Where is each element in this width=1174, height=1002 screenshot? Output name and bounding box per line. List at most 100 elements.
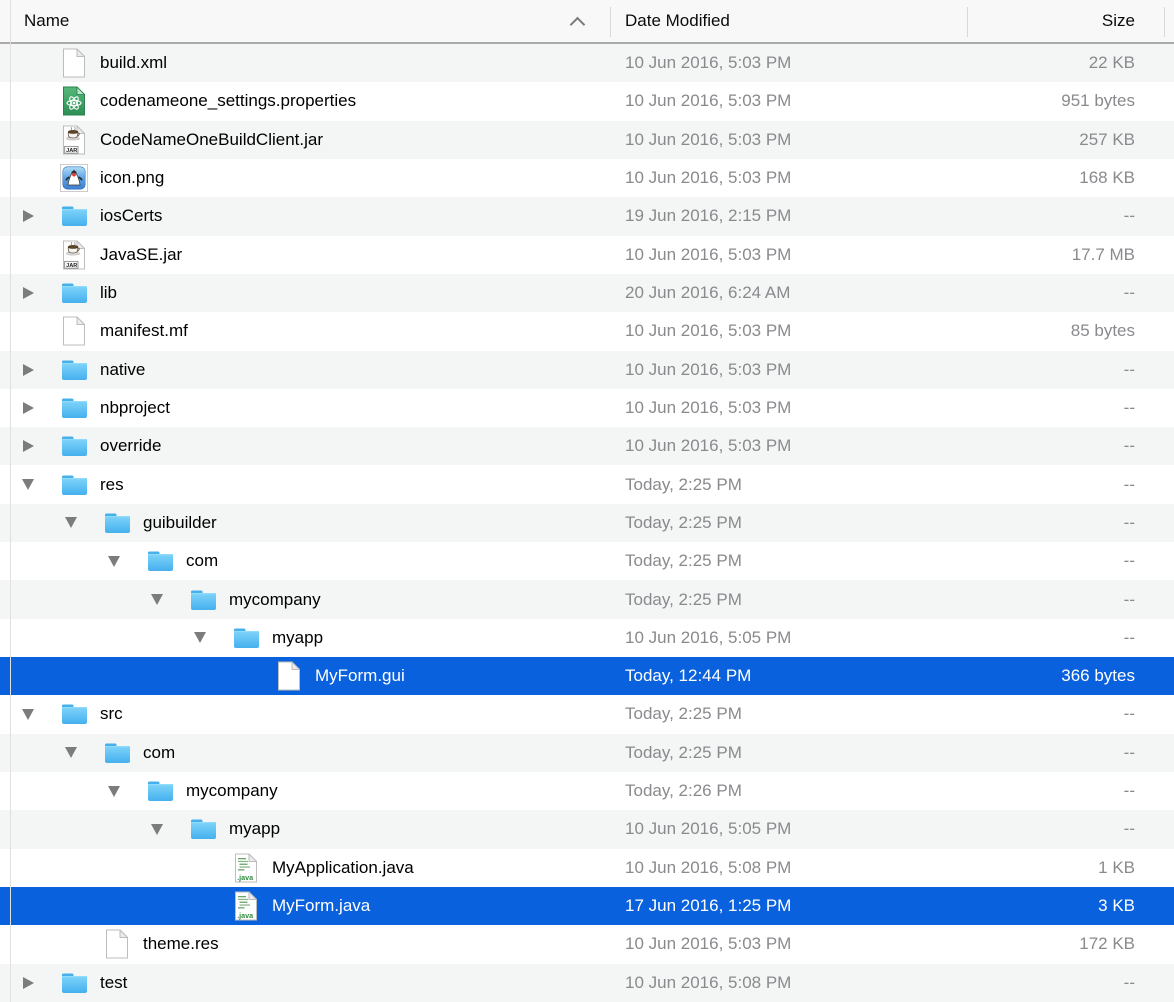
file-row[interactable]: mycompany Today, 2:25 PM -- — [0, 580, 1174, 618]
file-row[interactable]: test 10 Jun 2016, 5:08 PM -- — [0, 964, 1174, 1002]
date-modified: 10 Jun 2016, 5:03 PM — [625, 168, 791, 188]
folder-icon — [60, 967, 88, 999]
file-row[interactable]: myapp 10 Jun 2016, 5:05 PM -- — [0, 810, 1174, 848]
folder-icon — [60, 277, 88, 309]
file-size: 22 KB — [1089, 53, 1135, 73]
finder-list-view: Name Date Modified Size build.xml 10 Jun… — [0, 0, 1174, 1002]
disclosure-triangle-collapsed-icon[interactable] — [22, 210, 60, 222]
folder-icon — [60, 430, 88, 462]
file-size: 1 KB — [1098, 858, 1135, 878]
date-modified: 10 Jun 2016, 5:08 PM — [625, 858, 791, 878]
folder-icon — [103, 737, 131, 769]
disclosure-triangle-expanded-icon[interactable] — [65, 517, 103, 528]
svg-text:JAR: JAR — [66, 148, 77, 154]
file-row[interactable]: lib 20 Jun 2016, 6:24 AM -- — [0, 274, 1174, 312]
file-size: 257 KB — [1079, 130, 1135, 150]
file-row[interactable]: iosCerts 19 Jun 2016, 2:15 PM -- — [0, 197, 1174, 235]
file-size: -- — [1124, 551, 1135, 571]
file-name: CodeNameOneBuildClient.jar — [100, 130, 323, 150]
file-row[interactable]: JAR JavaSE.jar 10 Jun 2016, 5:03 PM 17.7… — [0, 236, 1174, 274]
file-row[interactable]: nbproject 10 Jun 2016, 5:03 PM -- — [0, 389, 1174, 427]
file-row[interactable]: codenameone_settings.properties 10 Jun 2… — [0, 82, 1174, 120]
file-row[interactable]: override 10 Jun 2016, 5:03 PM -- — [0, 427, 1174, 465]
disclosure-triangle-expanded-icon[interactable] — [65, 747, 103, 758]
file-size: 951 bytes — [1061, 91, 1135, 111]
jar-archive-icon: JAR — [60, 124, 88, 156]
file-name: res — [100, 475, 124, 495]
file-row[interactable]: guibuilder Today, 2:25 PM -- — [0, 504, 1174, 542]
file-name: MyForm.java — [272, 896, 370, 916]
disclosure-triangle-collapsed-icon[interactable] — [22, 287, 60, 299]
date-modified: Today, 2:25 PM — [625, 704, 742, 724]
disclosure-triangle-expanded-icon[interactable] — [194, 632, 232, 643]
file-name: icon.png — [100, 168, 164, 188]
file-row[interactable]: native 10 Jun 2016, 5:03 PM -- — [0, 351, 1174, 389]
folder-icon — [60, 200, 88, 232]
file-row[interactable]: icon.png 10 Jun 2016, 5:03 PM 168 KB — [0, 159, 1174, 197]
file-list: build.xml 10 Jun 2016, 5:03 PM 22 KB cod… — [0, 44, 1174, 1002]
file-row[interactable]: build.xml 10 Jun 2016, 5:03 PM 22 KB — [0, 44, 1174, 82]
folder-icon — [189, 584, 217, 616]
disclosure-triangle-expanded-icon[interactable] — [108, 556, 146, 567]
file-size: -- — [1124, 743, 1135, 763]
file-name: mycompany — [229, 590, 321, 610]
disclosure-triangle-expanded-icon[interactable] — [22, 709, 60, 720]
column-divider[interactable] — [967, 7, 968, 37]
disclosure-triangle-collapsed-icon[interactable] — [22, 364, 60, 376]
file-name: com — [143, 743, 175, 763]
file-name: src — [100, 704, 123, 724]
disclosure-triangle-expanded-icon[interactable] — [151, 824, 189, 835]
column-header-date[interactable]: Date Modified — [625, 11, 730, 31]
file-size: -- — [1124, 704, 1135, 724]
disclosure-triangle-expanded-icon[interactable] — [151, 594, 189, 605]
document-icon — [60, 315, 88, 347]
file-size: -- — [1124, 206, 1135, 226]
file-row[interactable]: theme.res 10 Jun 2016, 5:03 PM 172 KB — [0, 925, 1174, 963]
column-divider[interactable] — [610, 7, 611, 37]
date-modified: 10 Jun 2016, 5:05 PM — [625, 819, 791, 839]
file-row[interactable]: mycompany Today, 2:26 PM -- — [0, 772, 1174, 810]
disclosure-triangle-expanded-icon[interactable] — [108, 786, 146, 797]
file-row[interactable]: com Today, 2:25 PM -- — [0, 542, 1174, 580]
sort-ascending-icon[interactable] — [570, 17, 586, 33]
folder-icon — [232, 622, 260, 654]
disclosure-triangle-expanded-icon[interactable] — [22, 479, 60, 490]
file-row[interactable]: MyForm.gui Today, 12:44 PM 366 bytes — [0, 657, 1174, 695]
date-modified: 10 Jun 2016, 5:03 PM — [625, 360, 791, 380]
disclosure-triangle-collapsed-icon[interactable] — [22, 402, 60, 414]
date-modified: 17 Jun 2016, 1:25 PM — [625, 896, 791, 916]
file-row[interactable]: myapp 10 Jun 2016, 5:05 PM -- — [0, 619, 1174, 657]
svg-text:.java: .java — [237, 911, 254, 920]
document-icon — [275, 660, 303, 692]
folder-icon — [60, 469, 88, 501]
folder-icon — [189, 813, 217, 845]
file-row[interactable]: .java MyApplication.java 10 Jun 2016, 5:… — [0, 849, 1174, 887]
date-modified: Today, 12:44 PM — [625, 666, 751, 686]
file-size: 85 bytes — [1071, 321, 1135, 341]
file-row[interactable]: com Today, 2:25 PM -- — [0, 734, 1174, 772]
column-header-size[interactable]: Size — [1102, 11, 1135, 31]
file-row[interactable]: manifest.mf 10 Jun 2016, 5:03 PM 85 byte… — [0, 312, 1174, 350]
file-size: 17.7 MB — [1072, 245, 1135, 265]
file-size: -- — [1124, 283, 1135, 303]
disclosure-triangle-collapsed-icon[interactable] — [22, 977, 60, 989]
file-row[interactable]: res Today, 2:25 PM -- — [0, 465, 1174, 503]
file-size: -- — [1124, 973, 1135, 993]
column-header-name[interactable]: Name — [24, 11, 69, 31]
svg-text:JAR: JAR — [66, 263, 77, 269]
file-row[interactable]: .java MyForm.java 17 Jun 2016, 1:25 PM 3… — [0, 887, 1174, 925]
file-size: 172 KB — [1079, 934, 1135, 954]
file-row[interactable]: src Today, 2:25 PM -- — [0, 695, 1174, 733]
file-size: -- — [1124, 398, 1135, 418]
disclosure-triangle-collapsed-icon[interactable] — [22, 440, 60, 452]
jar-archive-icon: JAR — [60, 239, 88, 271]
date-modified: 10 Jun 2016, 5:03 PM — [625, 934, 791, 954]
date-modified: 10 Jun 2016, 5:08 PM — [625, 973, 791, 993]
column-divider[interactable] — [1164, 7, 1165, 37]
date-modified: 10 Jun 2016, 5:03 PM — [625, 130, 791, 150]
file-name: com — [186, 551, 218, 571]
file-size: 3 KB — [1098, 896, 1135, 916]
file-row[interactable]: JAR CodeNameOneBuildClient.jar 10 Jun 20… — [0, 121, 1174, 159]
file-name: guibuilder — [143, 513, 217, 533]
date-modified: Today, 2:25 PM — [625, 551, 742, 571]
